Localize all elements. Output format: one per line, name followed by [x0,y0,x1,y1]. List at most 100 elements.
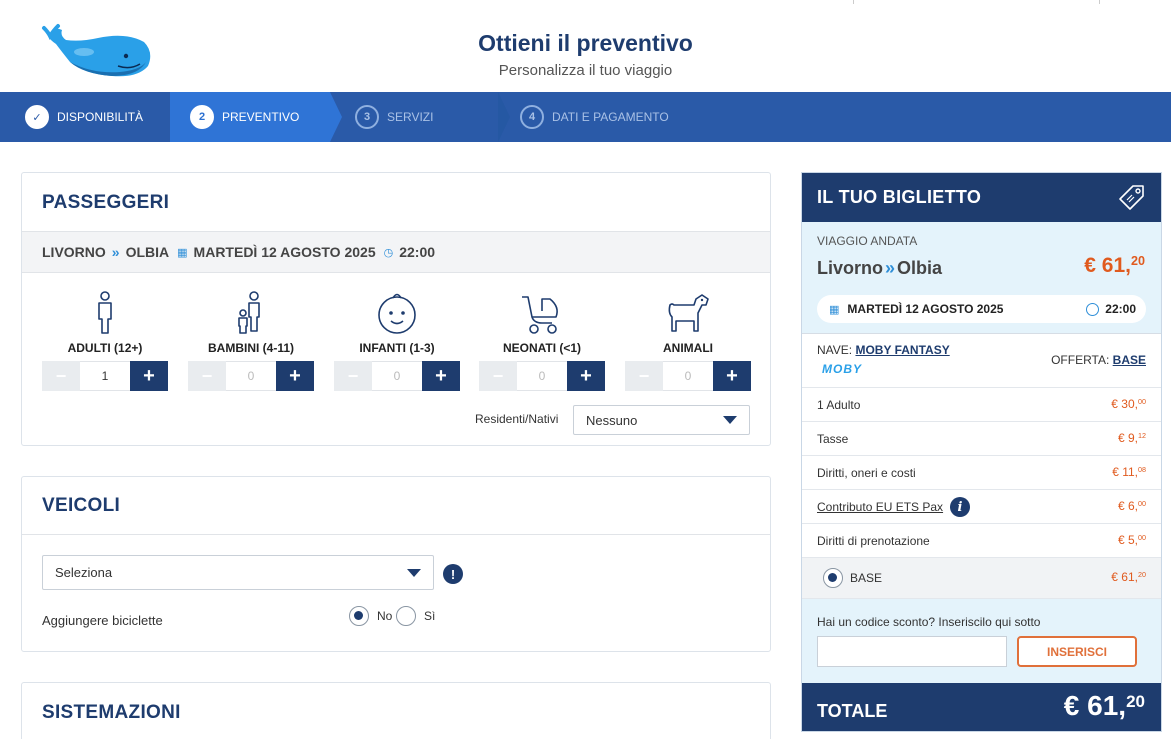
veicoli-card: VEICOLI Seleziona ! Aggiungere biciclett… [21,476,771,652]
base-radio[interactable] [823,568,843,588]
radio-si[interactable] [396,606,416,626]
top-divider [853,0,854,4]
infant-face-icon [378,293,416,334]
divider [22,534,770,535]
veicoli-select[interactable]: Seleziona [42,555,434,590]
sconto-section: Hai un codice sconto? Inseriscilo qui so… [802,599,1161,683]
price-row: 1 Adulto € 30,00 [802,388,1161,422]
adult-icon [98,291,112,334]
price-dec: 00 [1138,397,1146,406]
ticket-trip: VIAGGIO ANDATA Livorno» Olbia € 61,20 ▦ M… [802,222,1161,334]
step-label: DATI E PAGAMENTO [552,110,669,124]
price-int: € 6, [1117,499,1138,513]
bambini-stepper: − 0 + [188,361,314,391]
price-int: € 9, [1117,431,1138,445]
info-icon[interactable]: i [950,497,970,517]
route-date: MARTEDÌ 12 AGOSTO 2025 [193,244,376,260]
sconto-input[interactable] [817,636,1007,667]
animali-count[interactable]: 0 [663,361,713,391]
row-label: Tasse [817,432,849,446]
totale-price: € 61,20 [1064,690,1145,722]
price-int: € 5, [1117,533,1138,547]
clock-icon: ◷ [383,246,394,259]
minus-button[interactable]: − [479,361,517,391]
nave-label: NAVE: [817,343,853,357]
nave-row: NAVE: MOBY FANTASY MOBY OFFERTA: BASE [802,334,1161,388]
price-tag-icon [1119,185,1144,210]
row-label: 1 Adulto [817,398,861,412]
step-disponibilita[interactable]: ✓ DISPONIBILITÀ [25,92,143,142]
route-bar: LIVORNO » OLBIA ▦ MARTEDÌ 12 AGOSTO 2025… [22,231,770,273]
trip-price: € 61,20 [1084,254,1145,278]
price-int: € 11, [1112,465,1138,479]
price-int: € 61, [1084,254,1131,277]
double-chevron-icon: » [885,258,896,278]
neonati-count[interactable]: 0 [517,361,567,391]
step-label: PREVENTIVO [222,110,300,124]
route-to: OLBIA [125,244,170,260]
step-servizi[interactable]: 3 SERVIZI [355,92,433,142]
price-dec: 20 [1138,570,1146,579]
pax-bambini: BAMBINI (4-11) − 0 + [188,291,314,391]
progress-steps: ✓ DISPONIBILITÀ 2 PREVENTIVO 3 SERVIZI 4… [0,92,1171,142]
adulti-stepper: − 1 + [42,361,168,391]
ticket-time-text: 22:00 [1105,302,1136,316]
check-icon: ✓ [25,105,49,129]
base-label: BASE [850,571,883,585]
pax-infanti: INFANTI (1-3) − 0 + [334,291,460,391]
row-label: Diritti, oneri e costi [817,466,916,480]
radio-si-label: Sì [424,609,436,623]
step-dati-pagamento[interactable]: 4 DATI E PAGAMENTO [520,92,669,142]
plus-button[interactable]: + [276,361,314,391]
minus-button[interactable]: − [625,361,663,391]
minus-button[interactable]: − [334,361,372,391]
price-dec: 00 [1138,533,1146,542]
sistemazioni-title: SISTEMAZIONI [42,702,181,723]
plus-button[interactable]: + [130,361,168,391]
offerta-line: OFFERTA: BASE [1051,353,1146,367]
nave-link[interactable]: MOBY FANTASY [855,343,949,357]
ticket-to: Olbia [897,258,943,278]
moby-logo: MOBY [822,362,862,376]
plus-button[interactable]: + [713,361,751,391]
step-number: 3 [355,105,379,129]
veicoli-value: Seleziona [55,565,113,580]
stroller-icon [522,296,558,334]
residenti-select[interactable]: Nessuno [573,405,750,435]
price-row: Contributo EU ETS Pax i € 6,00 [802,490,1161,524]
viaggio-label: VIAGGIO ANDATA [817,234,918,248]
route-time: 22:00 [399,244,436,260]
warning-icon[interactable]: ! [443,564,463,584]
price-dec: 00 [1138,499,1146,508]
child-icon [238,291,260,334]
offerta-link[interactable]: BASE [1113,353,1146,367]
pax-label: ADULTI (12+) [67,341,143,355]
pax-adulti: ADULTI (12+) − 1 + [42,291,168,391]
plus-button[interactable]: + [422,361,460,391]
adulti-count[interactable]: 1 [80,361,130,391]
ticket-summary: IL TUO BIGLIETTO VIAGGIO ANDATA Livorno»… [801,172,1162,732]
veicoli-title: VEICOLI [42,495,121,516]
inserisci-button[interactable]: INSERISCI [1017,636,1137,667]
row-price: € 6,00 [1118,499,1146,513]
double-chevron-icon: » [111,244,120,260]
animali-stepper: − 0 + [625,361,751,391]
minus-button[interactable]: − [42,361,80,391]
pax-label: ANIMALI [663,341,713,355]
offerta-label: OFFERTA: [1051,353,1110,367]
dog-icon [668,294,709,332]
plus-button[interactable]: + [567,361,605,391]
step-preventivo[interactable]: 2 PREVENTIVO [190,92,299,142]
contributo-link[interactable]: Contributo EU ETS Pax [817,500,943,514]
minus-button[interactable]: − [188,361,226,391]
step-chevron [498,92,510,142]
radio-no[interactable] [349,606,369,626]
price-dec: 12 [1138,431,1146,440]
pax-label: INFANTI (1-3) [359,341,435,355]
bambini-count[interactable]: 0 [226,361,276,391]
step-chevron [330,92,342,142]
step-label: SERVIZI [387,110,434,124]
infanti-count[interactable]: 0 [372,361,422,391]
clock-icon [1086,302,1100,316]
ticket-route: Livorno» Olbia [817,258,942,279]
